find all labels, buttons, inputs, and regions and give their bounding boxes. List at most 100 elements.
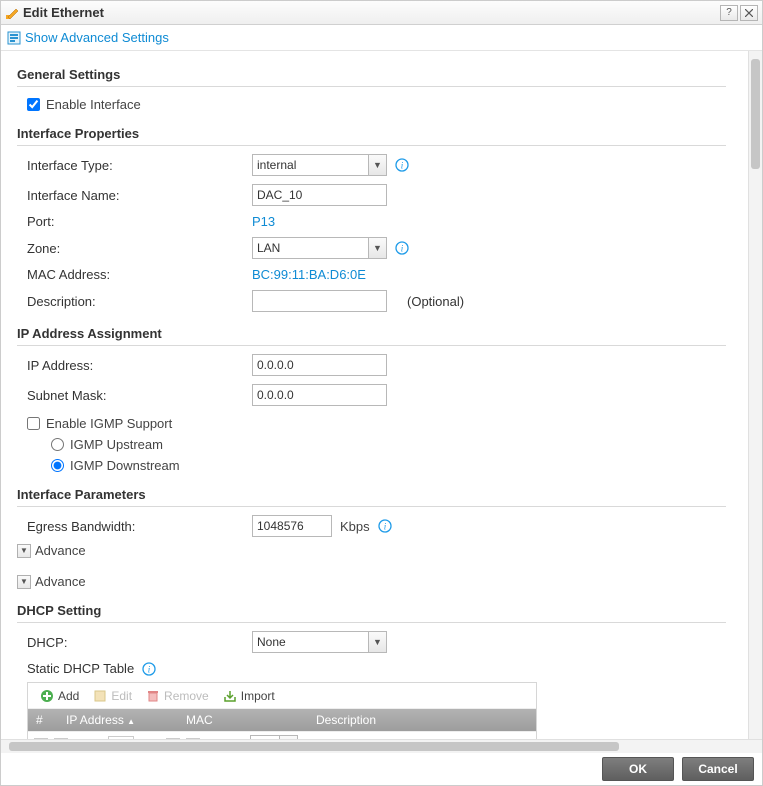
- advance-expander-1[interactable]: ▼ Advance: [17, 543, 726, 558]
- add-button[interactable]: Add: [34, 687, 85, 705]
- enable-igmp-checkbox[interactable]: [27, 417, 40, 430]
- svg-text:i: i: [401, 244, 404, 254]
- interface-type-label: Interface Type:: [17, 158, 252, 173]
- edit-icon: [93, 689, 107, 703]
- ip-address-input[interactable]: [252, 354, 387, 376]
- interface-properties-heading: Interface Properties: [17, 126, 726, 146]
- igmp-downstream-radio[interactable]: [51, 459, 64, 472]
- scrollbar-thumb[interactable]: [751, 59, 760, 169]
- info-icon[interactable]: i: [378, 519, 392, 533]
- egress-bandwidth-input[interactable]: [252, 515, 332, 537]
- table-pager: |◀ ◀ Page of 0 ▶ ▶| Show 50 ▼ items N: [28, 731, 536, 739]
- advance-expander-2[interactable]: ▼ Advance: [17, 574, 726, 589]
- egress-unit: Kbps: [340, 519, 370, 534]
- close-button[interactable]: [740, 5, 758, 21]
- chevron-down-icon: ▼: [17, 575, 31, 589]
- ok-button[interactable]: OK: [602, 757, 674, 781]
- zone-select[interactable]: LAN ▼: [252, 237, 387, 259]
- sort-asc-icon: ▲: [127, 717, 135, 726]
- remove-label: Remove: [164, 689, 209, 703]
- dhcp-label: DHCP:: [17, 635, 252, 650]
- import-button[interactable]: Import: [217, 687, 281, 705]
- plus-icon: [40, 689, 54, 703]
- mac-address-label: MAC Address:: [17, 267, 252, 282]
- general-settings-heading: General Settings: [17, 67, 726, 87]
- cancel-button[interactable]: Cancel: [682, 757, 754, 781]
- interface-type-value: internal: [253, 158, 368, 172]
- linkbar: Show Advanced Settings: [1, 25, 762, 51]
- port-label: Port:: [17, 214, 252, 229]
- igmp-upstream-radio[interactable]: [51, 438, 64, 451]
- titlebar: Edit Ethernet ?: [1, 1, 762, 25]
- zone-value: LAN: [253, 241, 368, 255]
- enable-interface-label: Enable Interface: [46, 97, 141, 112]
- table-toolbar: Add Edit Remove Import: [28, 683, 536, 709]
- interface-name-label: Interface Name:: [17, 188, 252, 203]
- igmp-upstream-label: IGMP Upstream: [70, 437, 163, 452]
- enable-igmp-label: Enable IGMP Support: [46, 416, 172, 431]
- description-label: Description:: [17, 294, 252, 309]
- advanced-settings-icon: [7, 31, 21, 45]
- svg-text:i: i: [383, 522, 386, 532]
- trash-icon: [146, 689, 160, 703]
- edit-button[interactable]: Edit: [87, 687, 138, 705]
- subnet-mask-input[interactable]: [252, 384, 387, 406]
- info-icon[interactable]: i: [142, 662, 156, 676]
- show-advanced-link[interactable]: Show Advanced Settings: [25, 30, 169, 45]
- window-title: Edit Ethernet: [23, 5, 718, 20]
- static-dhcp-table-label: Static DHCP Table: [27, 661, 134, 676]
- port-link[interactable]: P13: [252, 214, 275, 229]
- interface-name-input[interactable]: [252, 184, 387, 206]
- remove-button[interactable]: Remove: [140, 687, 215, 705]
- import-label: Import: [241, 689, 275, 703]
- svg-text:i: i: [148, 664, 151, 674]
- optional-hint: (Optional): [407, 294, 464, 309]
- interface-parameters-heading: Interface Parameters: [17, 487, 726, 507]
- dialog-body: General Settings Enable Interface Interf…: [1, 51, 762, 739]
- table-header: # IP Address ▲ MAC Description: [28, 709, 536, 731]
- mac-address-link[interactable]: BC:99:11:BA:D6:0E: [252, 267, 366, 282]
- dhcp-setting-heading: DHCP Setting: [17, 603, 726, 623]
- interface-properties-section: Interface Properties Interface Type: int…: [17, 126, 726, 312]
- vertical-scrollbar[interactable]: [748, 51, 762, 739]
- advance-label: Advance: [35, 574, 86, 589]
- advance-label: Advance: [35, 543, 86, 558]
- col-ip-address[interactable]: IP Address ▲: [58, 713, 178, 727]
- info-icon[interactable]: i: [395, 158, 409, 172]
- svg-text:i: i: [401, 161, 404, 171]
- edit-ethernet-window: Edit Ethernet ? Show Advanced Settings G…: [0, 0, 763, 786]
- edit-label: Edit: [111, 689, 132, 703]
- add-label: Add: [58, 689, 79, 703]
- dialog-footer: OK Cancel: [1, 753, 762, 785]
- col-mac[interactable]: MAC: [178, 713, 308, 727]
- chevron-down-icon: ▼: [368, 238, 386, 258]
- ip-assignment-heading: IP Address Assignment: [17, 326, 726, 346]
- help-button[interactable]: ?: [720, 5, 738, 21]
- enable-interface-checkbox[interactable]: [27, 98, 40, 111]
- egress-bandwidth-label: Egress Bandwidth:: [17, 519, 252, 534]
- interface-type-select[interactable]: internal ▼: [252, 154, 387, 176]
- chevron-down-icon: ▼: [368, 632, 386, 652]
- col-number[interactable]: #: [28, 713, 58, 727]
- edit-icon: [5, 6, 19, 20]
- horizontal-scrollbar[interactable]: [1, 739, 762, 753]
- interface-parameters-section: Interface Parameters Egress Bandwidth: K…: [17, 487, 726, 589]
- chevron-down-icon: ▼: [368, 155, 386, 175]
- general-settings-section: General Settings Enable Interface: [17, 67, 726, 112]
- subnet-mask-label: Subnet Mask:: [17, 388, 252, 403]
- dhcp-setting-section: DHCP Setting DHCP: None ▼ Static DHCP Ta…: [17, 603, 726, 739]
- scrollbar-thumb[interactable]: [9, 742, 619, 751]
- scroll-content: General Settings Enable Interface Interf…: [1, 51, 748, 739]
- dhcp-value: None: [253, 635, 368, 649]
- ip-assignment-section: IP Address Assignment IP Address: Subnet…: [17, 326, 726, 473]
- col-description[interactable]: Description: [308, 713, 536, 727]
- zone-label: Zone:: [17, 241, 252, 256]
- info-icon[interactable]: i: [395, 241, 409, 255]
- static-dhcp-table: Add Edit Remove Import: [27, 682, 537, 739]
- igmp-downstream-label: IGMP Downstream: [70, 458, 180, 473]
- description-input[interactable]: [252, 290, 387, 312]
- dhcp-select[interactable]: None ▼: [252, 631, 387, 653]
- chevron-down-icon: ▼: [17, 544, 31, 558]
- ip-address-label: IP Address:: [17, 358, 252, 373]
- import-icon: [223, 689, 237, 703]
